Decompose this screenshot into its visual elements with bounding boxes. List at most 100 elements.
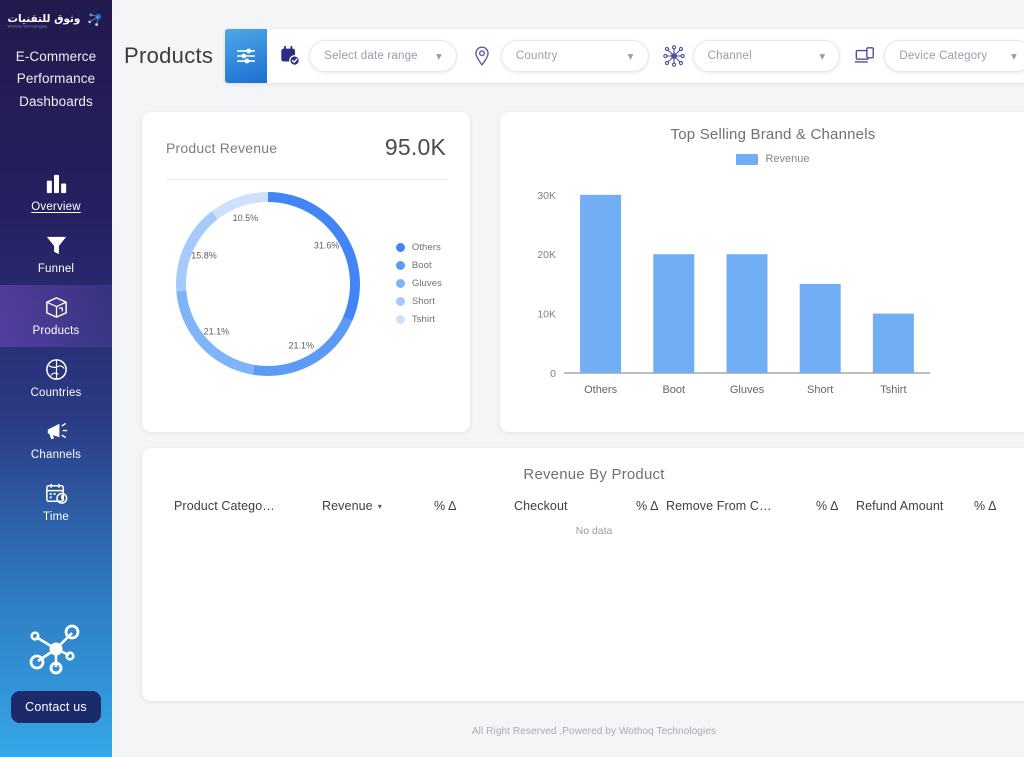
column-header-revenue-label: Revenue <box>322 499 373 513</box>
bar[interactable] <box>873 314 914 373</box>
brand-line-1: E-Commerce <box>16 46 97 68</box>
product-revenue-label: Product Revenue <box>166 140 277 156</box>
x-axis-tick-label: Short <box>807 384 833 396</box>
bar-chart-icon <box>43 170 70 197</box>
donut-slice-label: 10.5% <box>233 213 259 223</box>
donut-legend-item[interactable]: Boot <box>396 260 442 271</box>
device-category-placeholder: Device Category <box>899 50 987 62</box>
legend-swatch <box>396 243 405 252</box>
donut-slice-label: 31.6% <box>314 241 340 251</box>
x-axis-tick-label: Boot <box>662 384 685 396</box>
charts-row: Product Revenue 95.0K 31.6%21.1%21.1%15.… <box>112 112 1024 432</box>
legend-label: Short <box>412 296 435 307</box>
legend-label: Gluves <box>412 278 442 289</box>
sidebar-item-countries[interactable]: Countries <box>0 347 112 409</box>
x-axis-tick-label: Tshirt <box>880 384 906 396</box>
sidebar-item-label: Funnel <box>38 263 74 275</box>
legend-swatch <box>736 154 758 165</box>
donut-chart: 31.6%21.1%21.1%15.8%10.5% OthersBootGluv… <box>166 180 446 418</box>
sidebar: وثوق للتقنيات Wothoq Technologies E-Comm… <box>0 0 112 757</box>
megaphone-icon <box>43 418 70 445</box>
filter-toggle-button[interactable] <box>225 29 267 83</box>
sidebar-item-label: Time <box>43 511 69 523</box>
bar[interactable] <box>727 254 768 373</box>
donut-legend-item[interactable]: Gluves <box>396 278 442 289</box>
legend-swatch <box>396 315 405 324</box>
globe-icon <box>43 356 70 383</box>
brand-subtitle: E-Commerce Performance Dashboards <box>16 46 97 113</box>
chevron-down-icon: ▾ <box>436 49 442 63</box>
sidebar-item-label: Countries <box>30 387 81 399</box>
devices-icon <box>854 45 876 67</box>
revenue-by-product-card: Revenue By Product Product Catego… Reven… <box>142 448 1024 701</box>
main-content: Products <box>112 0 1024 757</box>
filter-bar: Select date range ▾ Country ▾ <box>225 29 1024 83</box>
sidebar-item-funnel[interactable]: Funnel <box>0 223 112 285</box>
column-header-checkout[interactable]: Checkout <box>514 499 636 513</box>
box-icon <box>43 294 70 321</box>
chevron-down-icon: ▾ <box>1011 49 1017 63</box>
sidebar-item-products[interactable]: Products <box>0 285 112 347</box>
network-logo-icon <box>83 11 104 32</box>
sidebar-item-channels[interactable]: Channels <box>0 409 112 471</box>
column-header-product-category[interactable]: Product Catego… <box>174 499 322 513</box>
x-axis-tick-label: Gluves <box>730 384 765 396</box>
network-icon <box>663 45 685 67</box>
bar-chart-legend[interactable]: Revenue <box>516 153 1024 165</box>
channel-filter[interactable]: Channel ▾ <box>693 40 841 72</box>
sliders-icon <box>235 45 257 67</box>
date-range-filter[interactable]: Select date range ▾ <box>309 40 457 72</box>
contact-us-button[interactable]: Contact us <box>11 691 101 723</box>
sidebar-item-label: Overview <box>31 201 81 213</box>
column-header-remove-delta[interactable]: % Δ <box>816 499 856 513</box>
chevron-down-icon: ▾ <box>628 49 634 63</box>
date-range-placeholder: Select date range <box>324 50 418 62</box>
chevron-down-icon: ▾ <box>819 49 825 63</box>
column-header-checkout-delta[interactable]: % Δ <box>636 499 666 513</box>
page-title: Products <box>124 43 213 69</box>
sidebar-item-overview[interactable]: Overview <box>0 161 112 223</box>
sidebar-item-label: Channels <box>31 449 81 461</box>
bar[interactable] <box>653 254 694 373</box>
donut-legend: Others Boot Gluves Short Tshirt <box>396 242 442 325</box>
donut-legend-item[interactable]: Short <box>396 296 442 307</box>
legend-label: Revenue <box>765 153 809 165</box>
column-header-remove-from-cart[interactable]: Remove From C… <box>666 499 816 513</box>
y-axis-tick-label: 20K <box>537 249 556 261</box>
table-empty-state: No data <box>158 525 1024 537</box>
country-filter[interactable]: Country ▾ <box>501 40 649 72</box>
device-category-filter[interactable]: Device Category ▾ <box>884 40 1024 72</box>
table-header-row: Product Catego… Revenue ▾ % Δ Checkout %… <box>158 499 1024 513</box>
footer-text: All Right Reserved ,Powered by Wothoq Te… <box>112 726 1024 737</box>
table-title: Revenue By Product <box>158 466 1024 483</box>
top-selling-card: Top Selling Brand & Channels Revenue 010… <box>500 112 1024 432</box>
column-header-revenue-delta[interactable]: % Δ <box>434 499 514 513</box>
bar[interactable] <box>800 284 841 373</box>
donut-slice-label: 15.8% <box>191 251 217 261</box>
calendar-clock-icon <box>43 480 70 507</box>
donut-legend-item[interactable]: Tshirt <box>396 314 442 325</box>
column-header-refund-amount[interactable]: Refund Amount <box>856 499 974 513</box>
legend-swatch <box>396 261 405 270</box>
bar-chart-title: Top Selling Brand & Channels <box>516 126 1024 143</box>
column-header-refund-delta[interactable]: % Δ <box>974 499 1014 513</box>
y-axis-tick-label: 30K <box>537 190 556 202</box>
donut-legend-item[interactable]: Others <box>396 242 442 253</box>
brand-line-2: Performance <box>16 68 97 90</box>
product-revenue-header: Product Revenue 95.0K <box>166 134 446 179</box>
legend-label: Tshirt <box>412 314 435 325</box>
contact-section: Contact us <box>0 617 112 723</box>
product-revenue-value: 95.0K <box>385 134 446 161</box>
legend-label: Boot <box>412 260 432 271</box>
sort-descending-icon: ▾ <box>378 502 382 511</box>
logo-arabic-text: وثوق للتقنيات <box>8 13 81 23</box>
dashboard-app: وثوق للتقنيات Wothoq Technologies E-Comm… <box>0 0 1024 757</box>
bar[interactable] <box>580 195 621 373</box>
bar-chart-svg[interactable]: 010K20K30KOthersBootGluvesShortTshirt <box>516 165 936 413</box>
column-header-revenue[interactable]: Revenue ▾ <box>322 499 434 513</box>
donut-slice[interactable] <box>268 192 360 321</box>
product-revenue-card: Product Revenue 95.0K 31.6%21.1%21.1%15.… <box>142 112 470 432</box>
sidebar-item-time[interactable]: Time <box>0 471 112 533</box>
x-axis-tick-label: Others <box>584 384 618 396</box>
logo[interactable]: وثوق للتقنيات Wothoq Technologies <box>0 0 112 38</box>
